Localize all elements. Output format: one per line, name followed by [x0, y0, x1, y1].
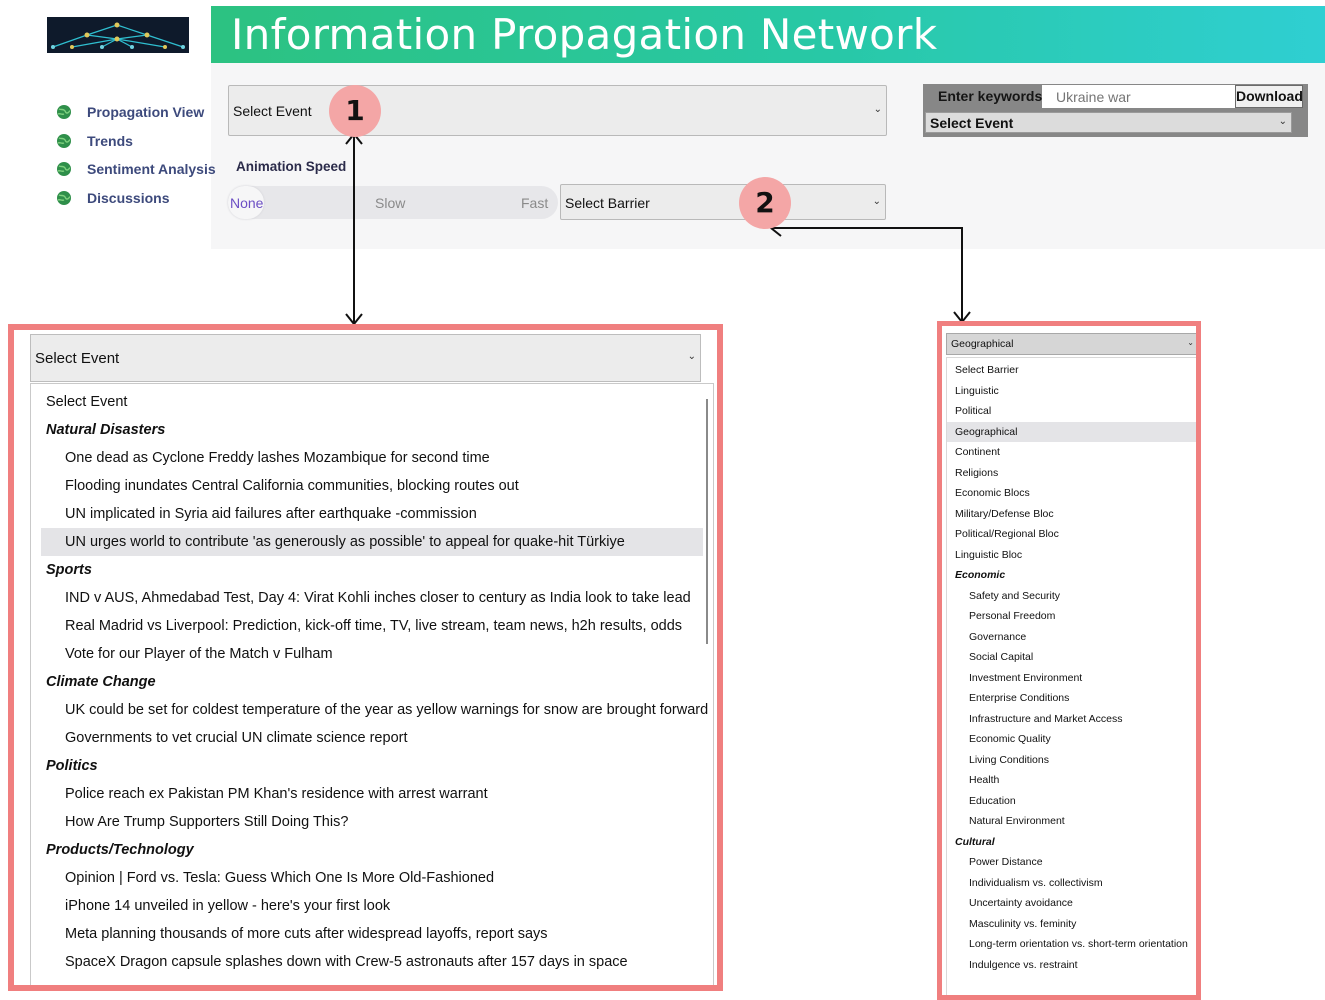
event-option[interactable]: SpaceX Dragon capsule splashes down with… — [31, 948, 713, 976]
globe-icon — [57, 162, 71, 177]
sidebar-item-propagation-view[interactable]: Propagation View — [56, 98, 216, 127]
speed-option-none[interactable]: None — [230, 195, 263, 211]
chevron-down-icon: ⌄ — [1187, 338, 1194, 347]
event-group-label: Politics — [46, 758, 98, 774]
event-option[interactable]: iPhone 14 unveiled in yellow - here's yo… — [31, 892, 713, 920]
barrier-dropdown-zoom: Geographical ⌄ Select Barrier Linguistic… — [937, 321, 1201, 1000]
animation-speed-slider[interactable]: None Slow Fast — [228, 186, 558, 219]
callout-badge-2: 2 — [739, 177, 791, 229]
speed-option-fast[interactable]: Fast — [521, 195, 548, 211]
barrier-option[interactable]: Social Capital — [947, 647, 1196, 668]
sidebar-item-label: Sentiment Analysis — [87, 161, 216, 178]
event-option[interactable]: Meta planning thousands of more cuts aft… — [31, 920, 713, 948]
barrier-option[interactable]: Health — [947, 770, 1196, 791]
barrier-option[interactable]: Individualism vs. collectivism — [947, 873, 1196, 894]
event-option[interactable]: UK could be set for coldest temperature … — [31, 696, 713, 724]
barrier-option[interactable]: Investment Environment — [947, 668, 1196, 689]
event-option[interactable]: How Are Trump Supporters Still Doing Thi… — [31, 808, 713, 836]
event-select-value: Select Event — [35, 350, 120, 367]
barrier-options-list: Select Barrier Linguistic Political Geog… — [946, 357, 1196, 995]
network-logo-icon — [51, 22, 185, 49]
barrier-select-expanded[interactable]: Geographical ⌄ — [946, 333, 1196, 355]
event-option[interactable]: Police reach ex Pakistan PM Khan's resid… — [31, 780, 713, 808]
event-group-label: Sports — [46, 562, 92, 578]
barrier-option[interactable]: Military/Defense Bloc — [947, 504, 1196, 525]
event-dropdown-zoom: Select Event ⌄ Select Event Natural Disa… — [8, 324, 723, 991]
app-header: Information Propagation Network — [211, 6, 1325, 63]
event-group-label: Natural Disasters — [46, 422, 166, 438]
app-title: Information Propagation Network — [231, 10, 938, 59]
barrier-option[interactable]: Economic Blocs — [947, 483, 1196, 504]
keywords-panel: Enter keywords: Download Select Event ⌄ — [923, 84, 1308, 137]
event-option[interactable]: Flooding inundates Central California co… — [31, 472, 713, 500]
sidebar-item-label: Propagation View — [87, 104, 205, 121]
sidebar-item-trends[interactable]: Trends — [56, 127, 216, 156]
barrier-option[interactable]: Uncertainty avoidance — [947, 893, 1196, 914]
event-option[interactable]: One dead as Cyclone Freddy lashes Mozamb… — [31, 444, 713, 472]
barrier-option[interactable]: Religions — [947, 463, 1196, 484]
barrier-option-highlighted[interactable]: Geographical — [947, 421, 1196, 442]
barrier-option[interactable]: Linguistic — [947, 381, 1196, 402]
keywords-event-select[interactable]: Select Event ⌄ — [925, 112, 1292, 133]
globe-icon — [57, 133, 71, 148]
chevron-down-icon: ⌄ — [1278, 116, 1287, 127]
event-select[interactable]: Select Event ⌄ — [228, 85, 887, 136]
event-group-label: Climate Change — [46, 674, 156, 690]
sidebar-item-discussions[interactable]: Discussions — [56, 184, 216, 213]
event-group-label: Products/Technology — [46, 842, 194, 858]
barrier-option[interactable]: Infrastructure and Market Access — [947, 709, 1196, 730]
barrier-select-value: Select Barrier — [565, 195, 650, 211]
speed-option-slow[interactable]: Slow — [375, 195, 405, 211]
sidebar-item-sentiment-analysis[interactable]: Sentiment Analysis — [56, 155, 216, 184]
globe-icon — [57, 105, 71, 120]
barrier-option[interactable]: Personal Freedom — [947, 606, 1196, 627]
event-option-highlighted[interactable]: UN urges world to contribute 'as generou… — [41, 528, 703, 556]
event-option[interactable]: Governments to vet crucial UN climate sc… — [31, 724, 713, 752]
event-option[interactable]: IND v AUS, Ahmedabad Test, Day 4: Virat … — [31, 584, 713, 612]
event-select-expanded[interactable]: Select Event ⌄ — [30, 334, 701, 382]
sidebar-item-label: Trends — [87, 132, 133, 149]
globe-icon — [57, 190, 71, 205]
barrier-option[interactable]: Political — [947, 401, 1196, 422]
barrier-option[interactable]: Living Conditions — [947, 750, 1196, 771]
barrier-select-value: Geographical — [951, 338, 1014, 350]
callout-badge-1: 1 — [329, 85, 381, 137]
barrier-option[interactable]: Enterprise Conditions — [947, 688, 1196, 709]
barrier-option[interactable]: Masculinity vs. feminity — [947, 914, 1196, 935]
keywords-input[interactable] — [1042, 85, 1237, 108]
barrier-option[interactable]: Political/Regional Bloc — [947, 524, 1196, 545]
event-options-list: Select Event Natural Disasters One dead … — [30, 383, 714, 985]
barrier-option[interactable]: Long-term orientation vs. short-term ori… — [947, 934, 1196, 955]
sidebar-item-label: Discussions — [87, 189, 170, 206]
event-option[interactable]: UN implicated in Syria aid failures afte… — [31, 500, 713, 528]
barrier-option[interactable]: Education — [947, 791, 1196, 812]
event-option[interactable]: Vote for our Player of the Match v Fulha… — [31, 640, 713, 668]
barrier-group-label: Economic — [955, 569, 1006, 581]
chevron-down-icon: ⌄ — [687, 351, 696, 362]
barrier-option[interactable]: Economic Quality — [947, 729, 1196, 750]
barrier-option[interactable]: Safety and Security — [947, 586, 1196, 607]
chevron-down-icon: ⌄ — [872, 196, 881, 207]
barrier-option[interactable]: Governance — [947, 627, 1196, 648]
barrier-group-label: Cultural — [955, 835, 995, 848]
barrier-option[interactable]: Linguistic Bloc — [947, 545, 1196, 566]
event-option[interactable]: Select Event — [31, 388, 713, 416]
keywords-event-select-value: Select Event — [930, 115, 1014, 131]
barrier-option[interactable]: Continent — [947, 442, 1196, 463]
keywords-label: Enter keywords: — [938, 88, 1047, 104]
event-select-value: Select Event — [233, 103, 312, 119]
event-option[interactable]: Opinion | Ford vs. Tesla: Guess Which On… — [31, 864, 713, 892]
chevron-down-icon: ⌄ — [873, 104, 882, 115]
animation-speed-label: Animation Speed — [236, 159, 347, 174]
app-logo — [47, 17, 189, 53]
barrier-option[interactable]: Power Distance — [947, 852, 1196, 873]
barrier-option[interactable]: Indulgence vs. restraint — [947, 955, 1196, 976]
download-button[interactable]: Download — [1235, 85, 1303, 108]
sidebar-nav: Propagation View Trends Sentiment Analys… — [56, 98, 216, 212]
event-option[interactable]: Real Madrid vs Liverpool: Prediction, ki… — [31, 612, 713, 640]
barrier-option[interactable]: Select Barrier — [947, 360, 1196, 381]
barrier-option[interactable]: Natural Environment — [947, 811, 1196, 832]
event-list-scrollbar[interactable] — [706, 399, 708, 644]
barrier-select[interactable]: Select Barrier ⌄ — [560, 184, 886, 220]
